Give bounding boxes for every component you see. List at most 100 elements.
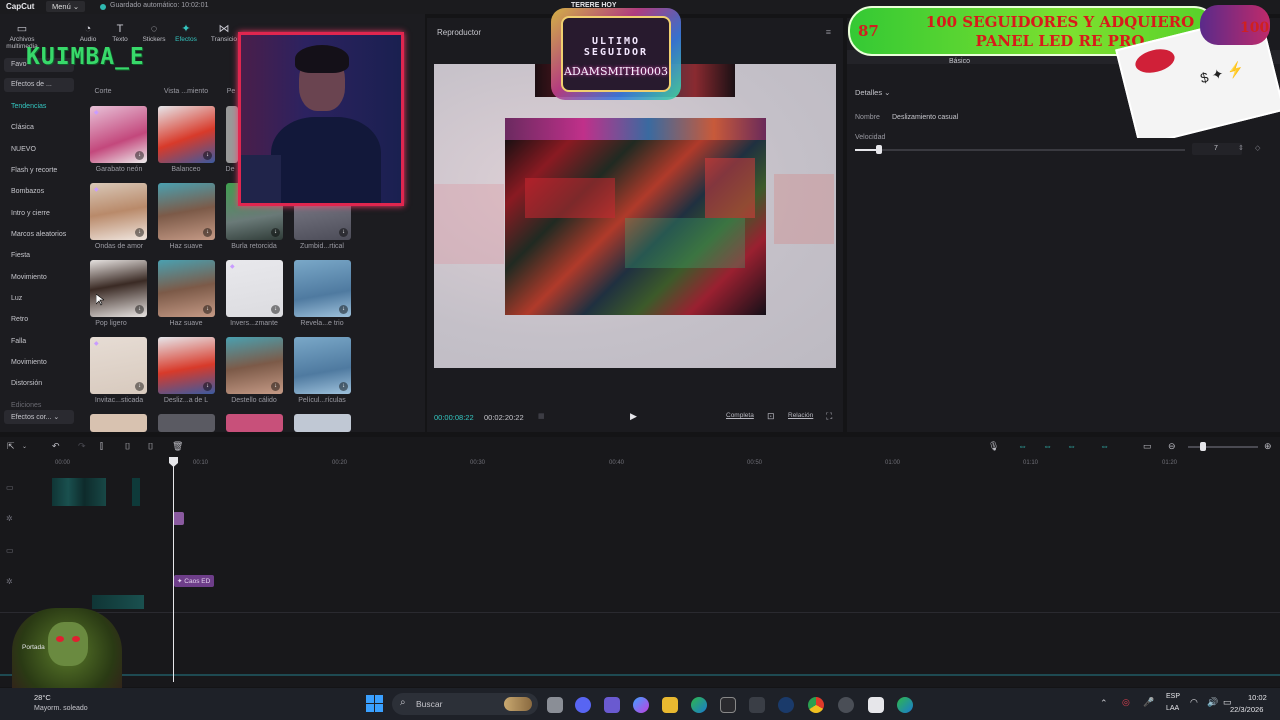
sidebar-item-falla[interactable]: Falla [11,338,26,345]
effect-thumb[interactable]: ↓ [90,260,147,317]
speed-slider-handle[interactable] [876,145,882,154]
download-icon[interactable]: ↓ [203,151,212,160]
download-icon[interactable]: ↓ [339,382,348,391]
delete-icon[interactable]: 🗑 [172,441,183,452]
edge-dev-icon[interactable] [897,697,913,713]
effects-core-label[interactable]: Efectos cor... ⌄ [11,413,59,421]
link-icon[interactable]: ⇔ [1067,441,1076,451]
sidebar-item-fiesta[interactable]: Fiesta [11,252,30,259]
zoom-slider-handle[interactable] [1200,442,1206,451]
taskbar-search[interactable]: ⌕ Buscar [392,693,538,715]
steam-icon[interactable] [778,697,794,713]
obs-icon[interactable] [838,697,854,713]
effect-thumb[interactable]: ◆ ↓ [226,260,283,317]
zoom-in-icon[interactable]: ⊕ [1264,441,1272,452]
download-icon[interactable]: ↓ [135,305,144,314]
sidebar-item-movimiento-2[interactable]: Movimiento [11,359,47,366]
sidebar-item-luz[interactable]: Luz [11,295,22,302]
crop-icon[interactable]: ⊡ [767,411,775,422]
zoom-out-icon[interactable]: ⊖ [1168,441,1176,452]
download-icon[interactable]: ↓ [203,305,212,314]
redo-icon[interactable]: ↷ [78,441,86,452]
volume-icon[interactable]: 🔊 [1207,697,1218,708]
download-icon[interactable]: ↓ [339,228,348,237]
sidebar-item-intro[interactable]: Intro y cierre [11,210,50,217]
effect-thumb[interactable] [226,414,283,432]
split-right-icon[interactable]: ⌷ [148,441,153,452]
zoom-slider-track[interactable] [1188,446,1258,448]
split-left-icon[interactable]: ⌷ [125,441,130,452]
file-explorer-icon[interactable] [662,697,678,713]
tray-app-icon[interactable]: ◎ [1122,697,1130,708]
track-video-icon[interactable]: ▭ [6,546,14,555]
main-menu-button[interactable]: Menú ⌄ [46,1,86,12]
task-view-icon[interactable] [547,697,563,713]
timeline-view-icon[interactable]: ▦ [538,412,545,420]
playhead[interactable] [173,460,174,682]
sidebar-item-tendencias[interactable]: Tendencias [11,103,46,110]
fullscreen-icon[interactable]: ⛶ [826,411,832,422]
track-lock-icon[interactable]: ▭ [6,483,14,492]
sidebar-item-bombazos[interactable]: Bombazos [11,188,44,195]
speed-slider-track[interactable] [855,149,1185,151]
effect-thumb[interactable]: ◆ ↓ [90,337,147,394]
clock-time[interactable]: 10:02 [1248,693,1267,702]
sidebar-item-distorsion[interactable]: Distorsión [11,380,42,387]
sidebar-item-nuevo[interactable]: NUEVO [11,146,36,153]
effect-thumb[interactable]: ◆ ↓ [90,106,147,163]
effect-clip-small[interactable] [173,512,184,525]
weather-temp[interactable]: 28°C [34,693,51,702]
effect-thumb[interactable]: ↓ [294,260,351,317]
download-icon[interactable]: ↓ [203,228,212,237]
track-effect-icon-2[interactable]: ✲ [6,577,13,586]
weather-desc[interactable]: Mayorm. soleado [34,705,88,712]
sidebar-item-effects[interactable]: Efectos de ... [11,81,52,88]
capcut-icon[interactable] [868,697,884,713]
download-icon[interactable]: ↓ [135,151,144,160]
video-clip[interactable] [52,478,106,506]
sidebar-item-flash[interactable]: Flash y recorte [11,167,57,174]
caption-icon[interactable]: ▭ [1143,441,1152,452]
teams-icon[interactable] [604,697,620,713]
effect-thumb[interactable]: ↓ [158,260,215,317]
auto-snap-icon[interactable]: ⇔ [1043,441,1052,451]
keyboard-layout[interactable]: LAA [1166,705,1179,712]
tab-basic[interactable]: Básico [949,58,970,65]
effect-thumb[interactable] [90,414,147,432]
download-icon[interactable]: ↓ [135,228,144,237]
app-icon[interactable] [749,697,765,713]
chevron-down-icon[interactable]: ⌄ [22,443,27,450]
effect-thumb[interactable] [294,414,351,432]
effect-thumb[interactable]: ↓ [158,183,215,240]
effect-thumb[interactable] [158,414,215,432]
download-icon[interactable]: ↓ [135,382,144,391]
chrome-icon[interactable] [808,697,824,713]
effect-thumb[interactable] [226,106,238,163]
download-icon[interactable]: ↓ [203,382,212,391]
wifi-icon[interactable]: ◠ [1190,697,1198,708]
copilot-icon[interactable] [633,697,649,713]
full-quality-button[interactable]: Completa [726,412,754,419]
undo-icon[interactable]: ↶ [52,441,60,452]
sidebar-item-favorites[interactable]: Favo [11,61,27,68]
speed-keyframe-icon[interactable]: ◇ [1255,144,1260,152]
cover-label[interactable]: Portada [22,644,45,651]
effect-thumb[interactable]: ↓ [158,337,215,394]
edge-icon[interactable] [691,697,707,713]
effect-thumb[interactable]: ↓ [158,106,215,163]
discord-icon[interactable] [575,697,591,713]
main-track-magnet-icon[interactable]: ⇔ [1018,441,1027,451]
player-menu-icon[interactable]: ≡ [826,27,831,37]
select-tool-icon[interactable]: ⇱ [7,441,15,452]
windows-start-icon[interactable] [366,695,383,712]
effect-thumb[interactable]: ↓ [294,337,351,394]
details-section-toggle[interactable]: Detalles ⌄ [855,88,890,97]
stepper-icon[interactable]: ⇕ [1238,144,1244,152]
sidebar-item-movimiento[interactable]: Movimiento [11,274,47,281]
clock-date[interactable]: 22/3/2026 [1230,705,1263,714]
preview-axis-icon[interactable]: ⇔ [1100,441,1109,451]
download-icon[interactable]: ↓ [271,228,280,237]
timeline-scrollbar[interactable] [0,674,1280,676]
sidebar-item-retro[interactable]: Retro [11,316,28,323]
lang-code[interactable]: ESP [1166,693,1180,700]
